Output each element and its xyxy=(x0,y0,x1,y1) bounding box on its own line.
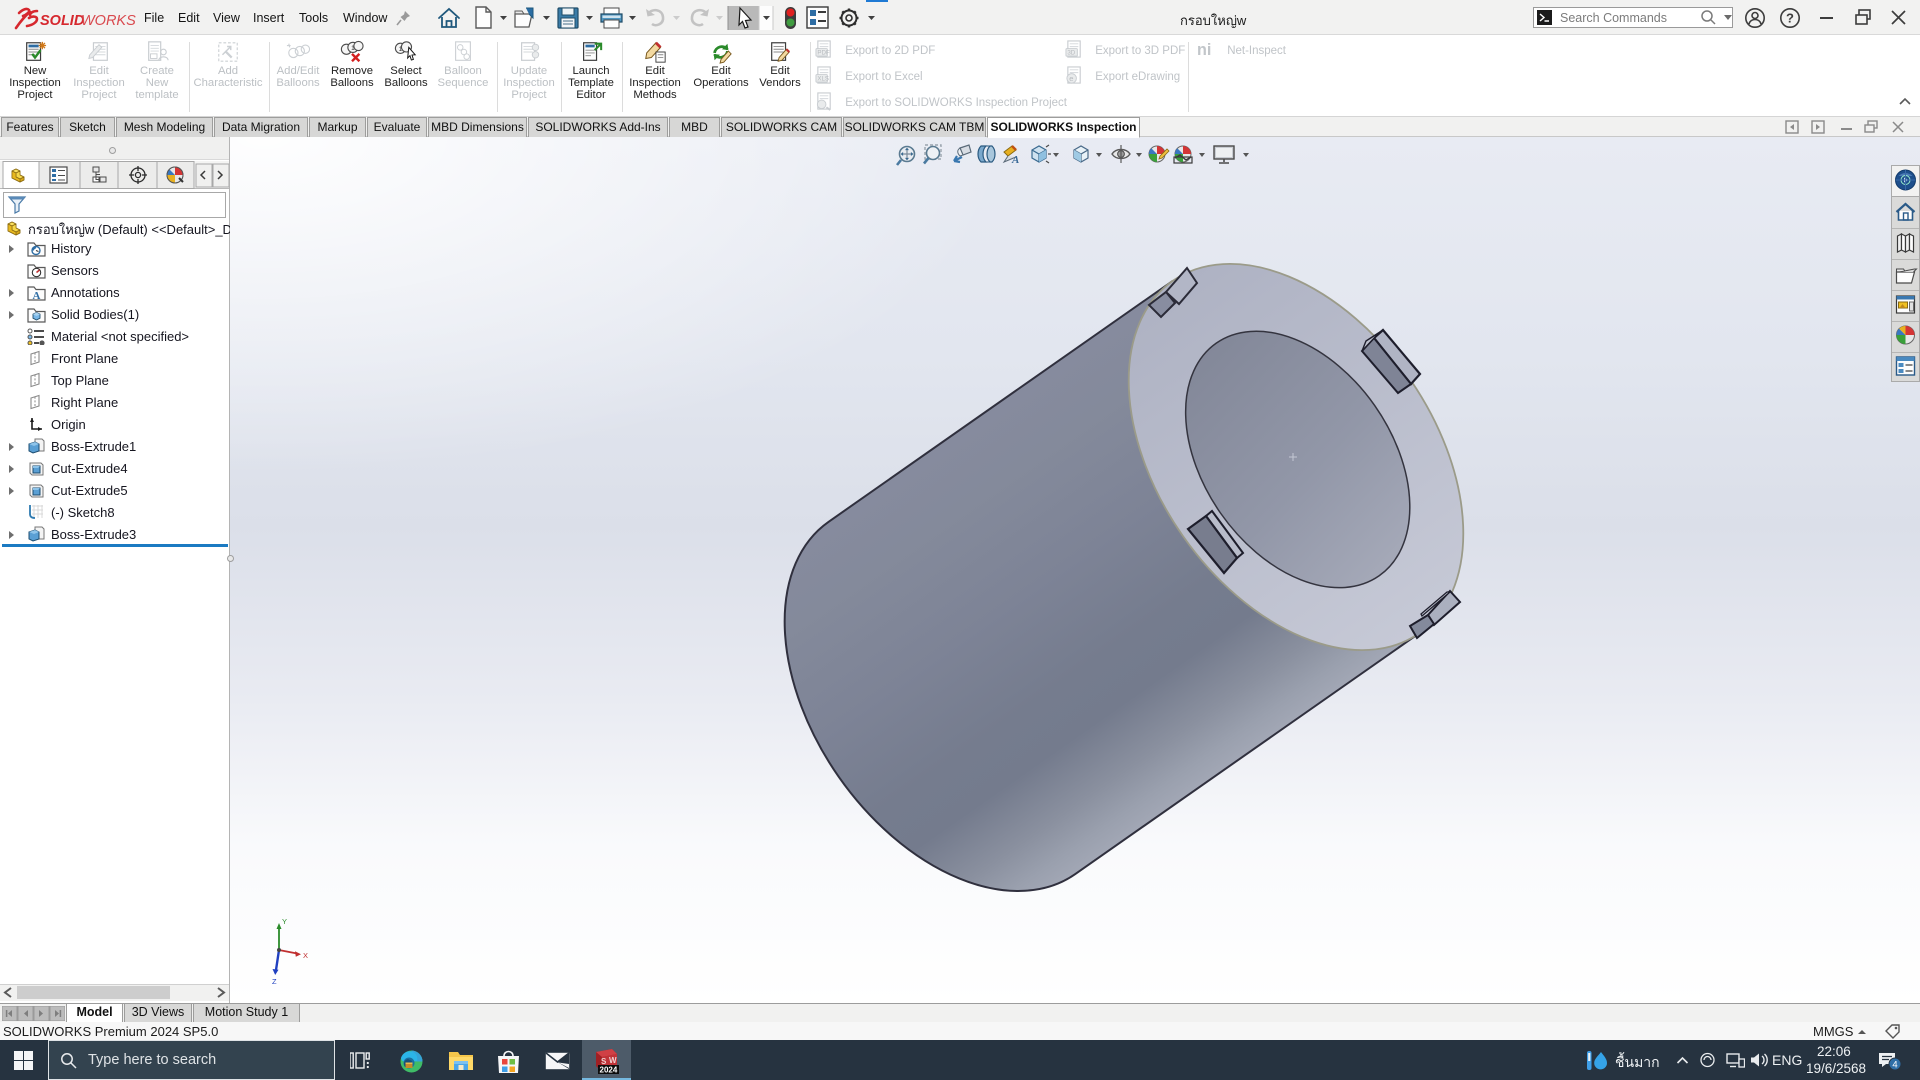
svg-text:2024: 2024 xyxy=(600,1066,618,1075)
svg-text:X: X xyxy=(303,951,308,960)
svg-text:4: 4 xyxy=(1892,1060,1897,1071)
svg-text:3D: 3D xyxy=(1067,50,1075,57)
svg-text:1: 1 xyxy=(351,45,355,52)
svg-text:Z: Z xyxy=(272,977,277,986)
svg-text:?: ? xyxy=(1786,11,1794,26)
svg-text:A: A xyxy=(1011,154,1019,166)
svg-text:Y: Y xyxy=(282,917,287,926)
svg-text:ni: ni xyxy=(1197,41,1211,59)
svg-text:W: W xyxy=(609,1056,617,1065)
svg-text:WORKS: WORKS xyxy=(81,13,136,29)
svg-text:A: A xyxy=(33,290,41,301)
svg-text:PDF: PDF xyxy=(817,50,830,57)
svg-text:1: 1 xyxy=(399,46,403,53)
svg-text:SOLID: SOLID xyxy=(40,13,85,29)
svg-text:XLS: XLS xyxy=(817,76,829,83)
svg-text:e: e xyxy=(1069,74,1073,83)
